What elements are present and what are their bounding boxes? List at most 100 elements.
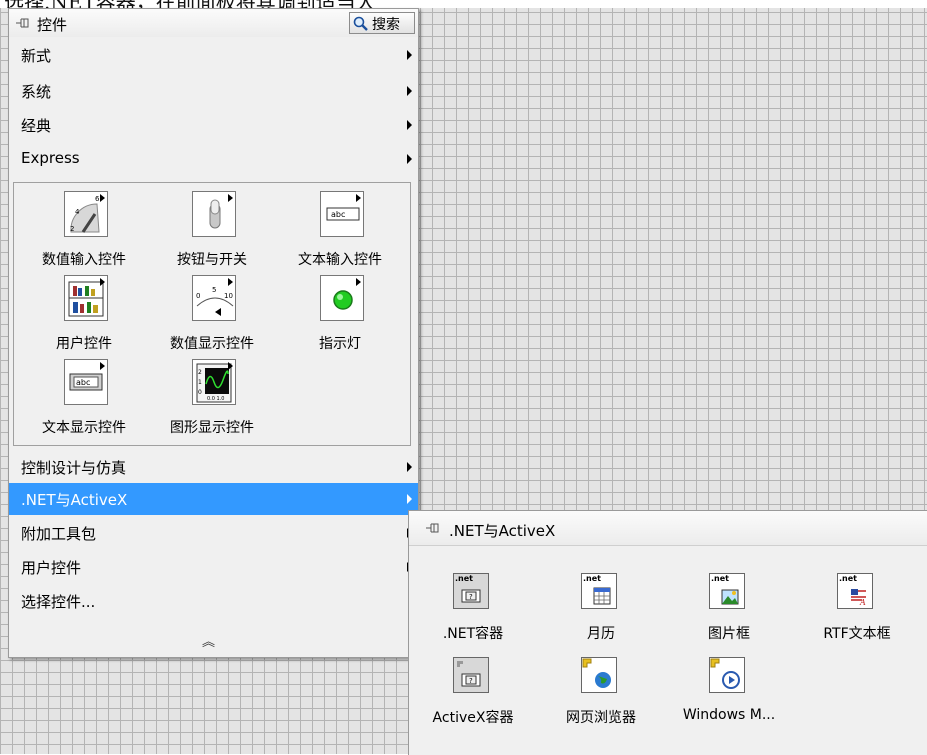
net-container-item[interactable]: .net ? .NET容器 [409,573,537,653]
category-label: 控制设计与仿真 [21,459,127,477]
submenu-arrow-icon [100,278,105,286]
submenu-arrow-icon [407,494,412,504]
submenu-arrow-icon [356,278,361,286]
pin-icon[interactable] [425,520,441,536]
category-new-style[interactable]: 新式 [9,39,418,71]
activex-container-item[interactable]: ? ActiveX容器 [409,657,537,737]
control-user-controls[interactable]: 用户控件 [24,275,144,359]
collapse-chevron-icon[interactable]: ︽ [202,631,215,650]
category-label: 系统 [21,83,52,101]
control-buttons-switches[interactable]: 按钮与开关 [152,191,272,275]
svg-text:0.0 1.0: 0.0 1.0 [207,396,225,402]
control-label: 按钮与开关 [177,252,247,268]
control-label: 用户控件 [56,336,112,352]
category-label: 新式 [21,47,52,65]
graph-icon: 2 1 0 0.0 1.0 [192,359,236,405]
search-button[interactable]: 搜索 [349,12,415,34]
category-express[interactable]: Express [9,143,418,175]
palette-title: 控件 [37,16,68,34]
category-label: 用户控件 [21,559,82,577]
knob-icon: 2 4 6 [64,191,108,237]
windows-media-item[interactable]: Windows M... [665,657,793,737]
select-control-item[interactable]: 选择控件... [9,585,418,617]
submenu-arrow-icon [356,194,361,202]
magnifier-icon [353,16,368,31]
activex-container-icon: ? [453,657,489,693]
control-numeric-display[interactable]: 0 5 10 数值显示控件 [152,275,272,359]
svg-text:4: 4 [75,208,80,216]
net-activex-subpalette: .NET与ActiveX .net ? .NET容器 .net 月历 .net [408,510,927,755]
media-player-icon [709,657,745,693]
web-browser-item[interactable]: 网页浏览器 [537,657,665,737]
submenu-arrow-icon [228,362,233,370]
calendar-icon: .net [581,573,617,609]
item-label: 月历 [587,626,615,642]
svg-text:A: A [859,598,866,607]
category-control-design-simulation[interactable]: 控制设计与仿真 [9,451,418,483]
svg-text:2: 2 [70,225,74,233]
svg-text:2: 2 [198,369,202,376]
rtf-textbox-item[interactable]: .net A RTF文本框 [793,573,921,653]
calendar-item[interactable]: .net 月历 [537,573,665,653]
express-controls-group: 2 4 6 数值输入控件 按钮与开关 abc 文本输入控件 用户控件 0 5 1… [13,182,411,446]
item-label: 网页浏览器 [566,710,636,726]
svg-text:10: 10 [224,292,233,300]
search-button-label: 搜索 [372,17,400,33]
item-label: .NET容器 [442,626,504,642]
svg-text:abc: abc [331,210,345,219]
category-system[interactable]: 系统 [9,75,418,107]
control-label: 文本输入控件 [298,252,382,268]
control-numeric-input[interactable]: 2 4 6 数值输入控件 [24,191,144,275]
submenu-arrow-icon [100,362,105,370]
item-label: Windows M... [682,707,776,723]
item-label: 图片框 [708,626,750,642]
rtf-textbox-icon: .net A [837,573,873,609]
control-label: 数值输入控件 [42,252,126,268]
submenu-arrow-icon [407,462,412,472]
palette-title-bar: 控件 搜索 [9,9,418,37]
text-input-icon: abc [320,191,364,237]
category-label: .NET与ActiveX [21,491,128,509]
category-label: 经典 [21,117,52,135]
control-text-display[interactable]: abc 文本显示控件 [24,359,144,443]
control-label: 文本显示控件 [42,420,126,436]
svg-text:?: ? [469,677,473,685]
submenu-arrow-icon [407,120,412,130]
svg-text:0: 0 [196,292,200,300]
submenu-arrow-icon [407,50,412,60]
control-label: 数值显示控件 [170,336,254,352]
web-browser-icon [581,657,617,693]
svg-text:5: 5 [212,286,216,294]
led-icon [320,275,364,321]
category-addons[interactable]: 附加工具包 [9,517,418,549]
category-user-controls[interactable]: 用户控件 [9,551,418,583]
category-label: 附加工具包 [21,525,97,543]
controls-palette: 控件 搜索 新式 系统 经典 Express 2 4 6 数值输入控件 按钮与开… [8,8,419,658]
submenu-arrow-icon [228,278,233,286]
subpalette-title: .NET与ActiveX [449,522,556,540]
pin-icon[interactable] [15,15,31,31]
control-graph-display[interactable]: 2 1 0 0.0 1.0 图形显示控件 [152,359,272,443]
svg-text:abc: abc [76,378,90,387]
net-container-icon: .net ? [453,573,489,609]
svg-text:0: 0 [198,389,202,396]
category-label: 选择控件... [21,593,96,611]
picture-box-icon: .net [709,573,745,609]
category-net-activex[interactable]: .NET与ActiveX [9,483,418,515]
user-controls-icon [64,275,108,321]
submenu-arrow-icon [407,86,412,96]
picture-box-item[interactable]: .net 图片框 [665,573,793,653]
subpalette-title-bar: .NET与ActiveX [409,511,927,546]
document-caption: 选择.NET容器，在前面板将其调到适当大 [0,0,927,8]
category-classic[interactable]: 经典 [9,109,418,141]
text-display-icon: abc [64,359,108,405]
svg-text:?: ? [469,593,473,601]
category-label: Express [21,149,80,167]
submenu-arrow-icon [100,194,105,202]
item-label: RTF文本框 [823,626,891,642]
control-indicator[interactable]: 指示灯 [280,275,400,359]
submenu-arrow-icon [228,194,233,202]
submenu-arrow-icon [407,154,412,164]
control-text-input[interactable]: abc 文本输入控件 [280,191,400,275]
control-label: 指示灯 [319,336,361,352]
